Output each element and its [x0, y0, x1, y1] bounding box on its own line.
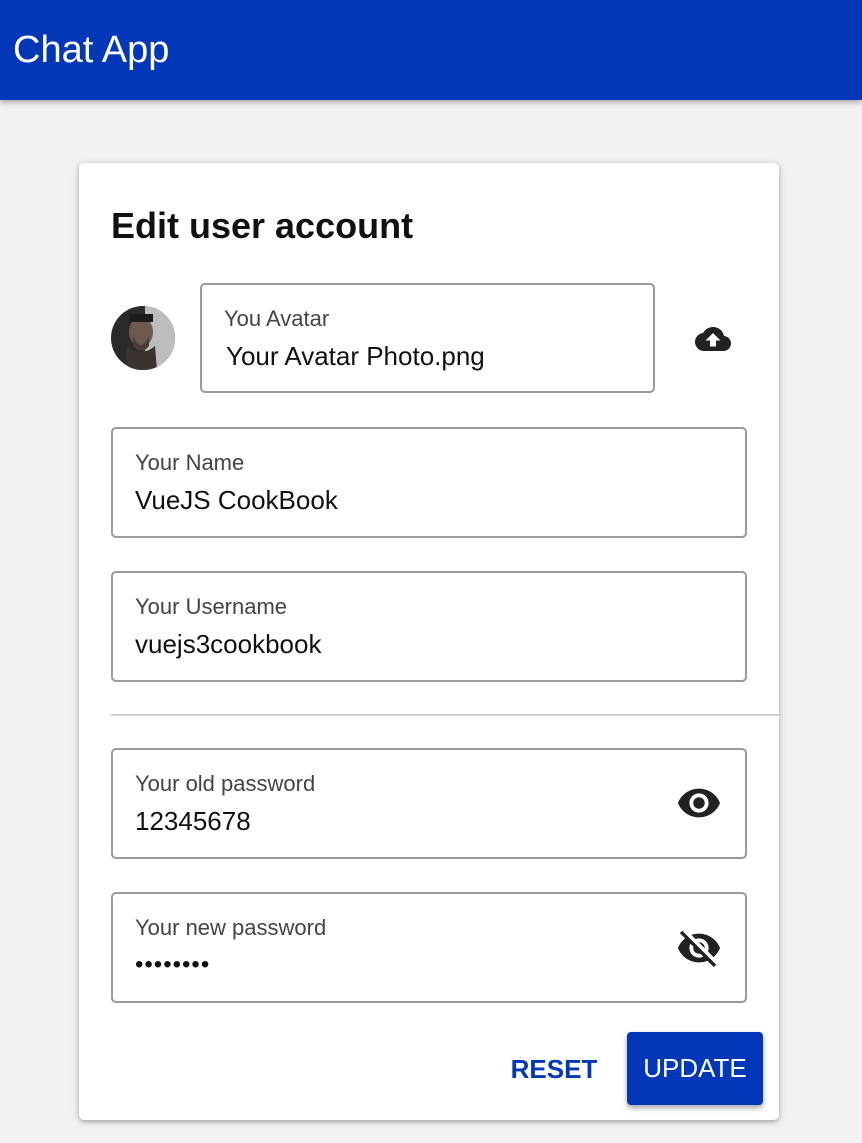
avatar-field-label: You Avatar: [224, 306, 330, 331]
eye-off-icon: [677, 930, 721, 968]
section-divider: [111, 714, 779, 716]
avatar-file-name: Your Avatar Photo.png: [226, 341, 485, 371]
update-button[interactable]: UPDATE: [627, 1032, 763, 1105]
cloud-upload-icon: [695, 327, 731, 351]
name-input[interactable]: [135, 483, 715, 517]
eye-icon: [677, 788, 721, 818]
old-password-field-label: Your old password: [135, 771, 316, 796]
new-password-field-label: Your new password: [135, 915, 327, 940]
app-title: Chat App: [13, 29, 170, 71]
old-password-field[interactable]: Your old password 12345678: [111, 748, 747, 859]
avatar-photo: [111, 306, 175, 370]
name-field-label: Your Name: [135, 450, 245, 475]
app-bar: Chat App: [0, 0, 862, 100]
username-field[interactable]: Your Username: [111, 571, 747, 682]
toggle-new-password-visibility[interactable]: [671, 920, 727, 976]
avatar-field[interactable]: You Avatar Your Avatar Photo.png: [200, 283, 655, 393]
name-field[interactable]: Your Name: [111, 427, 747, 538]
avatar: [111, 306, 175, 370]
reset-button[interactable]: RESET: [499, 1043, 609, 1095]
new-password-input[interactable]: ••••••••: [135, 948, 210, 982]
edit-account-card: Edit user account You Avatar Your Avatar…: [79, 163, 779, 1120]
card-title: Edit user account: [111, 205, 414, 246]
new-password-field[interactable]: Your new password ••••••••: [111, 892, 747, 1003]
toggle-old-password-visibility[interactable]: [671, 775, 727, 831]
upload-avatar-button[interactable]: [685, 311, 741, 367]
username-field-label: Your Username: [135, 594, 288, 619]
old-password-input[interactable]: 12345678: [135, 804, 251, 838]
username-input[interactable]: [135, 627, 715, 661]
